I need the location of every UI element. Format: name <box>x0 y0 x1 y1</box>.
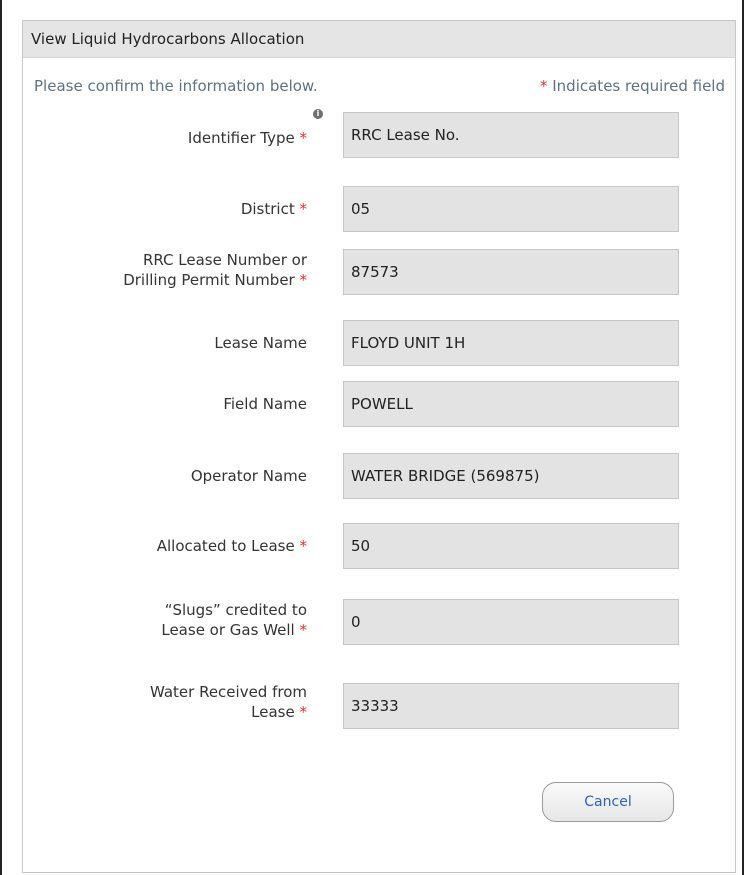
lease-name-label: Lease Name <box>214 334 307 352</box>
required-star: * <box>299 621 308 639</box>
operator-name-field[interactable]: WATER BRIDGE (569875) <box>343 453 679 499</box>
allocated-field[interactable]: 50 <box>343 523 679 569</box>
district-label: District * <box>241 199 307 219</box>
slugs-label: “Slugs” credited to Lease or Gas Well * <box>161 600 307 640</box>
required-star: * <box>299 271 308 289</box>
lease-name-field[interactable]: FLOYD UNIT 1H <box>343 320 679 366</box>
required-star: * <box>299 703 308 721</box>
allocation-dialog: View Liquid Hydrocarbons Allocation Plea… <box>22 20 736 873</box>
district-field[interactable]: 05 <box>343 186 679 232</box>
required-star: * <box>299 129 308 147</box>
slugs-field[interactable]: 0 <box>343 599 679 645</box>
dialog-title: View Liquid Hydrocarbons Allocation <box>23 21 735 58</box>
slugs-label-line2: Lease or Gas Well <box>161 621 295 639</box>
identifier-type-label-text: Identifier Type <box>187 129 295 147</box>
field-name-field[interactable]: POWELL <box>343 381 679 427</box>
allocated-label-text: Allocated to Lease <box>156 537 295 555</box>
info-icon[interactable]: i <box>313 109 323 119</box>
operator-name-label: Operator Name <box>190 467 307 485</box>
water-received-label-line2: Lease <box>251 703 295 721</box>
district-label-text: District <box>240 200 295 218</box>
water-received-field[interactable]: 33333 <box>343 683 679 729</box>
confirm-instructions: Please confirm the information below. <box>34 77 318 95</box>
cancel-button[interactable]: Cancel <box>542 782 674 822</box>
required-star: * <box>299 200 308 218</box>
slugs-label-line1: “Slugs” credited to <box>164 601 307 619</box>
lease-number-field[interactable]: 87573 <box>343 249 679 295</box>
required-star: * <box>299 537 308 555</box>
water-received-label: Water Received from Lease * <box>150 682 307 722</box>
required-field-note: * Indicates required field <box>540 77 725 95</box>
lease-number-label-line1: RRC Lease Number or <box>142 251 307 269</box>
field-name-label: Field Name <box>223 395 307 413</box>
allocated-label: Allocated to Lease * <box>157 536 307 556</box>
identifier-type-label: Identifier Type * <box>188 128 307 148</box>
window-frame: View Liquid Hydrocarbons Allocation Plea… <box>0 0 744 875</box>
water-received-label-line1: Water Received from <box>149 683 307 701</box>
lease-number-label-line2: Drilling Permit Number <box>123 271 295 289</box>
required-note-text: Indicates required field <box>547 77 725 95</box>
lease-number-label: RRC Lease Number or Drilling Permit Numb… <box>123 250 307 290</box>
identifier-type-field[interactable]: RRC Lease No. <box>343 112 679 158</box>
